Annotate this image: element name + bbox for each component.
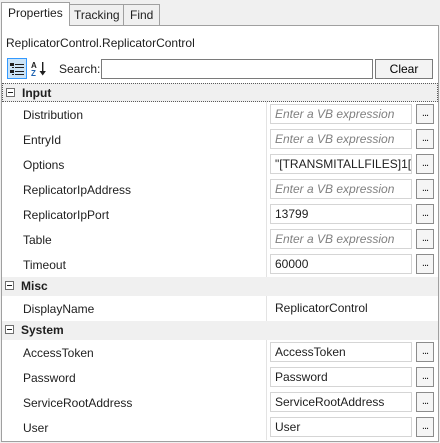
property-value-field[interactable]: 60000 <box>270 254 412 274</box>
property-name: AccessToken <box>23 346 94 360</box>
property-value-field[interactable]: 13799 <box>270 204 412 224</box>
search-input[interactable] <box>101 59 373 79</box>
property-name: DisplayName <box>23 302 95 316</box>
property-value-field[interactable]: Enter a VB expression <box>270 229 412 249</box>
property-value-field[interactable]: Password <box>270 367 412 387</box>
collapse-icon[interactable] <box>5 325 14 334</box>
column-divider[interactable] <box>266 296 267 321</box>
property-name: Password <box>23 371 76 385</box>
tab-tracking[interactable]: Tracking <box>67 4 127 25</box>
tab-properties[interactable]: Properties <box>1 2 70 26</box>
property-row-password: Password Password ... <box>2 365 438 390</box>
property-toolbar: A Z Search: Clear <box>2 58 438 80</box>
property-row-distribution: Distribution Enter a VB expression ... <box>2 102 438 127</box>
category-input[interactable]: Input <box>2 83 438 102</box>
property-value-field[interactable]: ReplicatorControl <box>270 298 412 318</box>
category-label: System <box>21 323 64 337</box>
property-row-replicatoripport: ReplicatorIpPort 13799 ... <box>2 202 438 227</box>
selected-object-title: ReplicatorControl.ReplicatorControl <box>6 36 195 50</box>
ellipsis-button[interactable]: ... <box>416 154 434 174</box>
category-label: Misc <box>21 279 48 293</box>
column-divider[interactable] <box>266 202 267 227</box>
property-name: Timeout <box>23 258 66 272</box>
collapse-icon[interactable] <box>5 281 14 290</box>
tab-find[interactable]: Find <box>123 4 161 25</box>
property-value-field[interactable]: "[TRANSMITALLFILES]1[SE <box>270 154 412 174</box>
column-divider[interactable] <box>266 227 267 252</box>
column-divider[interactable] <box>266 102 267 127</box>
property-row-displayname: DisplayName ReplicatorControl <box>2 296 438 321</box>
property-name: User <box>23 421 49 435</box>
column-divider[interactable] <box>266 152 267 177</box>
category-system[interactable]: System <box>2 321 438 340</box>
property-name: ReplicatorIpPort <box>23 208 110 222</box>
property-value-field[interactable]: User <box>270 417 412 437</box>
clear-button[interactable]: Clear <box>375 59 433 79</box>
column-divider[interactable] <box>266 340 267 365</box>
column-divider[interactable] <box>266 415 267 440</box>
properties-panel: ReplicatorControl.ReplicatorControl A Z <box>1 25 439 442</box>
ellipsis-button[interactable]: ... <box>416 417 434 437</box>
categorized-view-button[interactable] <box>7 58 27 79</box>
property-name: Table <box>23 233 52 247</box>
category-misc[interactable]: Misc <box>2 277 438 296</box>
column-divider[interactable] <box>266 365 267 390</box>
property-grid: Input Distribution Enter a VB expression… <box>2 83 438 440</box>
property-value-field[interactable]: ServiceRootAddress <box>270 392 412 412</box>
ellipsis-button[interactable]: ... <box>416 204 434 224</box>
ellipsis-button[interactable]: ... <box>416 229 434 249</box>
column-divider[interactable] <box>266 177 267 202</box>
category-label: Input <box>22 86 52 100</box>
property-row-replicatoripaddress: ReplicatorIpAddress Enter a VB expressio… <box>2 177 438 202</box>
ellipsis-button[interactable]: ... <box>416 392 434 412</box>
property-name: ReplicatorIpAddress <box>23 183 132 197</box>
property-row-user: User User ... <box>2 415 438 440</box>
column-divider[interactable] <box>266 390 267 415</box>
property-name: Options <box>23 158 65 172</box>
ellipsis-button[interactable]: ... <box>416 179 434 199</box>
ellipsis-button[interactable]: ... <box>416 129 434 149</box>
ellipsis-button[interactable]: ... <box>416 367 434 387</box>
ellipsis-button[interactable]: ... <box>416 104 434 124</box>
property-row-options: Options "[TRANSMITALLFILES]1[SE ... <box>2 152 438 177</box>
property-name: Distribution <box>23 108 84 122</box>
tab-strip: Properties Tracking Find <box>0 0 440 26</box>
property-value-field[interactable]: Enter a VB expression <box>270 179 412 199</box>
property-value-field[interactable]: Enter a VB expression <box>270 129 412 149</box>
property-row-timeout: Timeout 60000 ... <box>2 252 438 277</box>
property-value-field[interactable]: Enter a VB expression <box>270 104 412 124</box>
ellipsis-button[interactable]: ... <box>416 254 434 274</box>
property-row-servicerootaddress: ServiceRootAddress ServiceRootAddress ..… <box>2 390 438 415</box>
property-name: ServiceRootAddress <box>23 396 133 410</box>
alphabetical-sort-icon: A Z <box>31 61 46 78</box>
categorized-view-icon <box>10 62 24 75</box>
search-label: Search: <box>59 62 101 76</box>
collapse-icon[interactable] <box>6 88 15 97</box>
property-row-entryid: EntryId Enter a VB expression ... <box>2 127 438 152</box>
svg-text:Z: Z <box>31 69 36 78</box>
property-row-table: Table Enter a VB expression ... <box>2 227 438 252</box>
property-name: EntryId <box>23 133 62 147</box>
alphabetical-sort-button[interactable]: A Z <box>29 58 49 79</box>
ellipsis-button[interactable]: ... <box>416 342 434 362</box>
column-divider[interactable] <box>266 252 267 277</box>
property-value-field[interactable]: AccessToken <box>270 342 412 362</box>
column-divider[interactable] <box>266 127 267 152</box>
property-row-accesstoken: AccessToken AccessToken ... <box>2 340 438 365</box>
